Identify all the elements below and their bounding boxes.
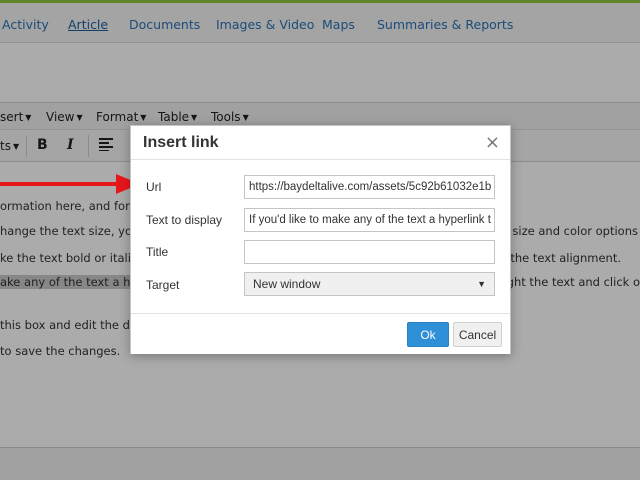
insert-link-dialog: Insert link × Url https://baydeltalive.c… [130, 125, 511, 354]
cancel-button[interactable]: Cancel [453, 322, 502, 347]
target-select-value: New window [253, 277, 321, 291]
title-label: Title [146, 245, 169, 259]
red-arrow-icon [0, 174, 140, 194]
text-to-display-input[interactable]: If you'd like to make any of the text a … [244, 208, 495, 232]
dialog-footer: Ok Cancel [131, 314, 510, 354]
url-label: Url [146, 180, 162, 194]
url-input[interactable]: https://baydeltalive.com/assets/5c92b610… [244, 175, 495, 199]
text-to-display-label: Text to display [146, 213, 223, 227]
close-icon[interactable]: × [485, 132, 500, 153]
target-select[interactable]: New window ▼ [244, 272, 495, 296]
chevron-down-icon: ▼ [477, 279, 486, 289]
title-input[interactable] [244, 240, 495, 264]
dialog-header-divider [131, 159, 510, 160]
dialog-title: Insert link [143, 134, 219, 151]
ok-button[interactable]: Ok [407, 322, 449, 347]
target-label: Target [146, 278, 180, 292]
